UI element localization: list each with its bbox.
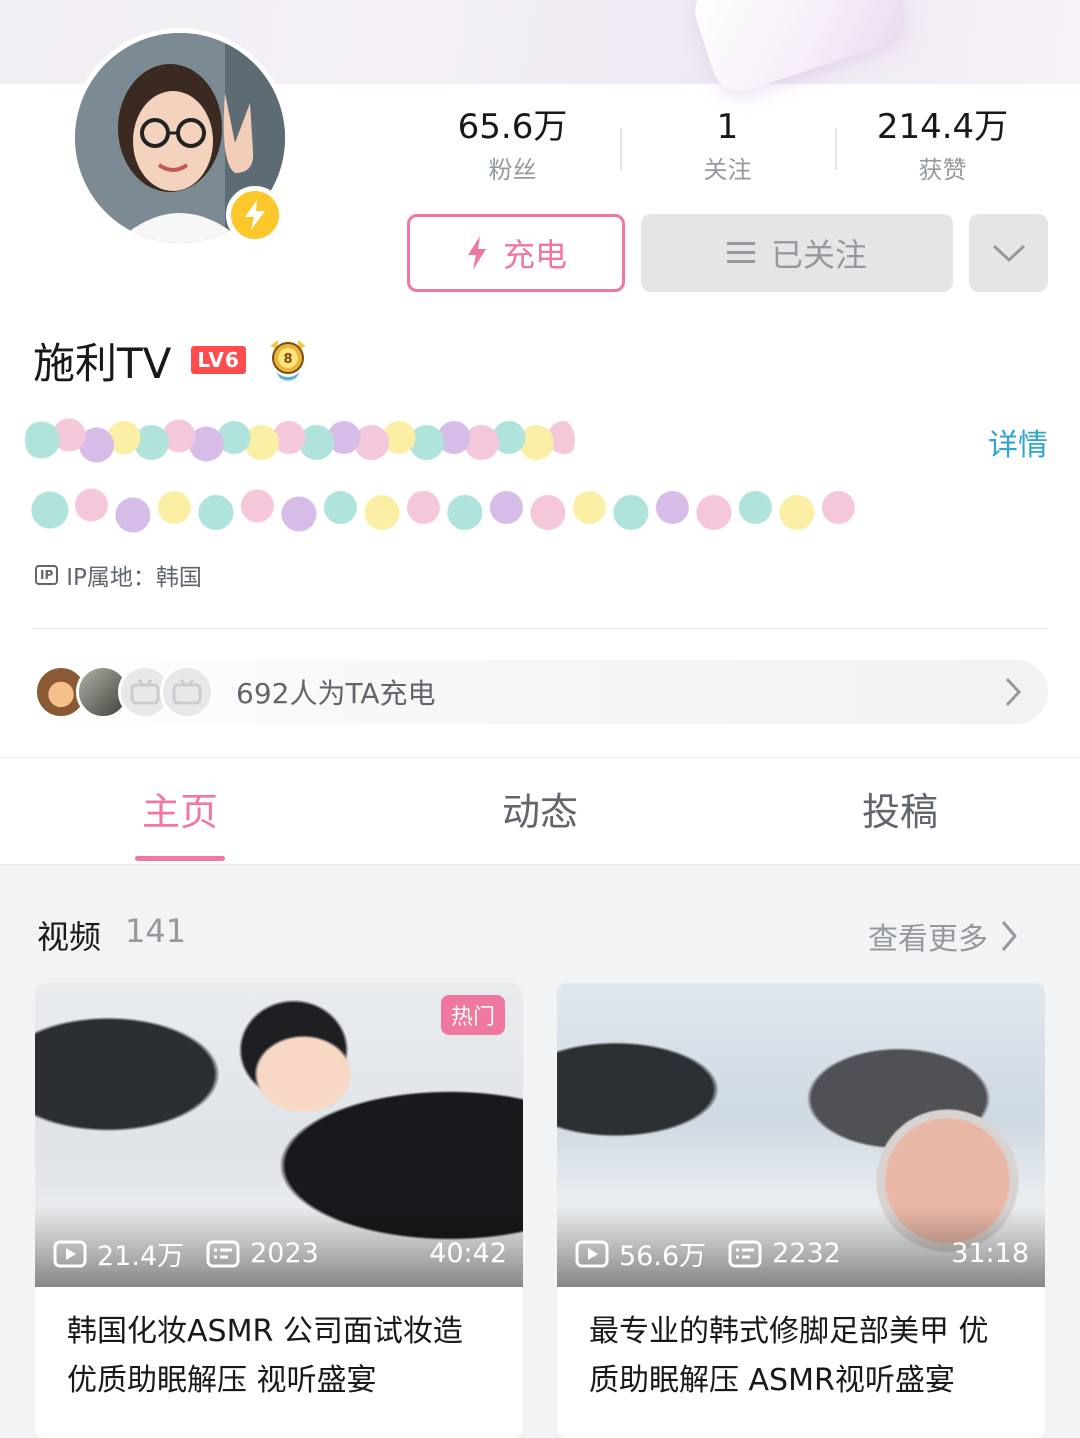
play-icon (575, 1240, 609, 1267)
ip-location-text: IP属地：韩国 (66, 565, 202, 591)
stat-likes[interactable]: 214.4万 获赞 (835, 104, 1050, 194)
video-card[interactable]: 56.6万 2232 31:18 最专业的韩式修脚足部美甲 优质助眠解压 ASM… (557, 983, 1045, 1438)
view-count-value: 56.6万 (619, 1241, 707, 1272)
follow-button-label: 已关注 (770, 236, 867, 274)
video-title[interactable]: 韩国化妆ASMR 公司面试妆造 优质助眠解压 视听盛宴 (35, 1287, 523, 1405)
video-duration: 40:42 (429, 1238, 507, 1269)
follow-button[interactable]: 已关注 (641, 214, 953, 292)
chevron-down-icon (992, 244, 1025, 263)
ip-icon: IP (35, 565, 59, 585)
video-meta: 56.6万 2232 31:18 (575, 1234, 1029, 1273)
stat-following-value: 1 (716, 107, 739, 147)
level-badge: LV6 (191, 346, 246, 374)
charge-button-label: 充电 (502, 236, 567, 274)
tv-placeholder-icon (130, 679, 160, 705)
videos-count: 141 (125, 912, 187, 950)
profile-stats: 65.6万 粉丝 1 关注 214.4万 获赞 (405, 104, 1050, 194)
comment-count-value: 2023 (250, 1238, 319, 1269)
stat-fans-label: 粉丝 (488, 156, 537, 184)
medal-icon[interactable]: 8 (264, 336, 312, 384)
menu-icon (726, 242, 755, 263)
tab-uploads[interactable]: 投稿 (720, 758, 1080, 864)
divider (33, 628, 1048, 629)
bio-line-obscured (25, 415, 575, 465)
video-duration: 31:18 (951, 1238, 1029, 1269)
stat-fans-value: 65.6万 (457, 107, 568, 147)
see-more-link[interactable]: 查看更多 (868, 914, 1018, 958)
video-thumbnail[interactable]: 热门 21.4万 2023 40:42 (35, 983, 523, 1287)
tab-home[interactable]: 主页 (0, 758, 360, 864)
view-count-value: 21.4万 (97, 1241, 185, 1272)
comment-count: 2232 (728, 1238, 841, 1269)
view-count: 21.4万 (53, 1234, 184, 1273)
stat-likes-label: 获赞 (918, 156, 967, 184)
videos-section-title: 视频 (37, 918, 102, 956)
profile-tabs: 主页 动态 投稿 (0, 758, 1080, 864)
stat-following-label: 关注 (703, 156, 752, 184)
name-row: 施利TV LV6 8 (33, 330, 312, 390)
stat-following[interactable]: 1 关注 (620, 104, 835, 194)
view-count: 56.6万 (575, 1234, 706, 1273)
bio-detail-link[interactable]: 详情 (988, 420, 1048, 464)
see-more-label: 查看更多 (868, 922, 988, 957)
user-name: 施利TV (33, 338, 172, 388)
video-thumbnail[interactable]: 56.6万 2232 31:18 (557, 983, 1045, 1287)
svg-text:8: 8 (283, 352, 292, 367)
charge-badge-icon (226, 186, 284, 244)
supporter-avatar-placeholder (160, 665, 214, 719)
ip-location: IP IP属地：韩国 (35, 558, 202, 592)
chevron-right-icon (1005, 677, 1022, 707)
videos-section-header: 视频 141 (37, 912, 186, 958)
comment-count: 2023 (206, 1238, 319, 1269)
video-title[interactable]: 最专业的韩式修脚足部美甲 优质助眠解压 ASMR视听盛宴 (557, 1287, 1045, 1405)
chevron-right-icon (1001, 921, 1017, 951)
hot-badge: 热门 (441, 995, 506, 1035)
lightning-icon (467, 236, 486, 270)
tv-placeholder-icon (172, 679, 202, 705)
video-card[interactable]: 热门 21.4万 2023 40:42 韩国化妆ASMR 公司面试妆造 优质助眠… (35, 983, 523, 1438)
more-options-button[interactable] (969, 214, 1048, 292)
comment-count-value: 2232 (772, 1238, 841, 1269)
charge-supporters-row[interactable]: 692人为TA充电 (30, 660, 1048, 724)
danmaku-icon (728, 1240, 762, 1267)
profile-page: 65.6万 粉丝 1 关注 214.4万 获赞 充电 已关注 施利TV LV6 (0, 0, 1080, 1438)
tab-dynamics[interactable]: 动态 (360, 758, 720, 864)
stat-likes-value: 214.4万 (876, 107, 1009, 147)
play-icon (53, 1240, 87, 1267)
charge-button[interactable]: 充电 (407, 214, 625, 292)
banner-decoration (687, 0, 913, 99)
active-tab-indicator (135, 856, 225, 861)
stat-fans[interactable]: 65.6万 粉丝 (405, 104, 620, 194)
video-meta: 21.4万 2023 40:42 (53, 1234, 507, 1273)
danmaku-icon (206, 1240, 240, 1267)
supporters-count-text: 692人为TA充电 (236, 677, 436, 710)
bio-line-obscured (25, 485, 855, 535)
